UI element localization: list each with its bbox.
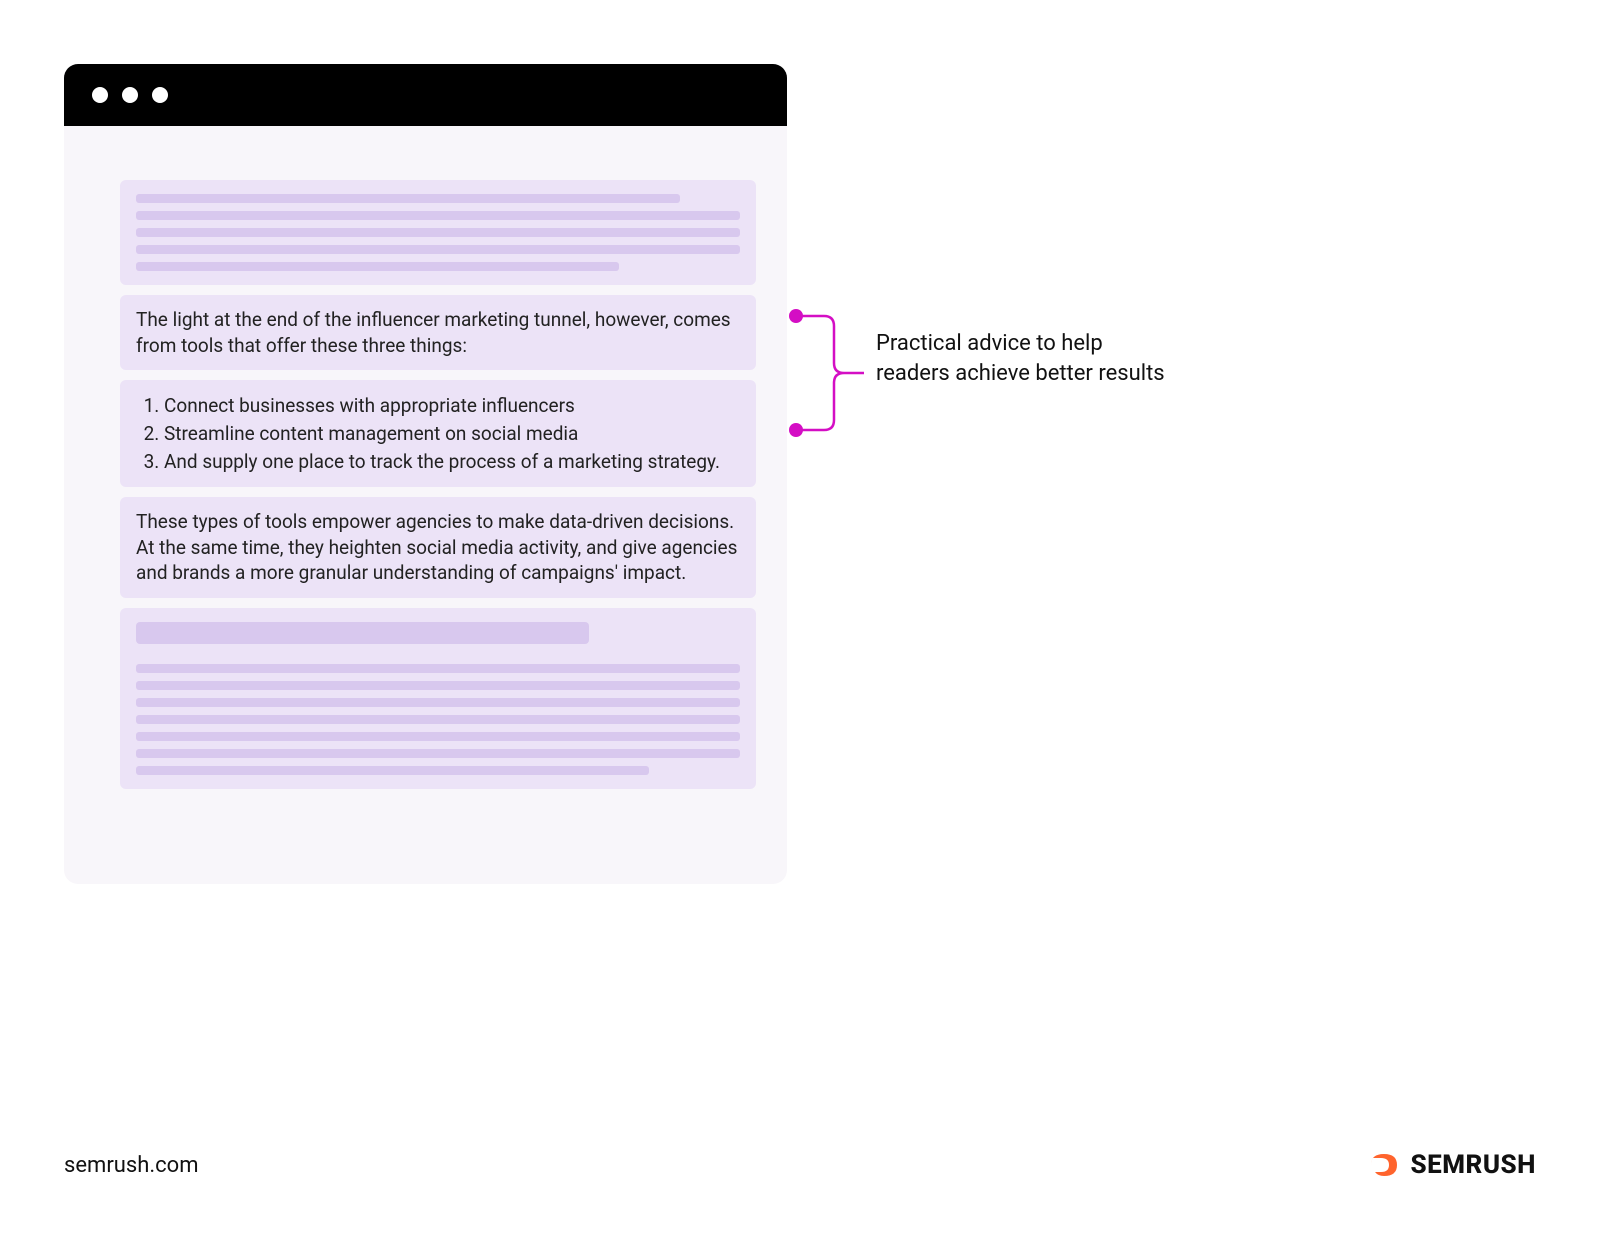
advice-list: Connect businesses with appropriate infl… — [136, 392, 740, 475]
skeleton-section — [120, 608, 756, 789]
footer: semrush.com SEMRUSH — [64, 1150, 1536, 1180]
callout-bracket-icon — [784, 308, 884, 438]
brand-name: SEMRUSH — [1411, 1150, 1536, 1180]
semrush-flame-icon — [1367, 1150, 1401, 1180]
window-control-dot — [92, 87, 108, 103]
closing-paragraph: These types of tools empower agencies to… — [120, 497, 756, 598]
browser-window: The light at the end of the influencer m… — [64, 64, 787, 884]
intro-text: The light at the end of the influencer m… — [136, 308, 731, 357]
window-control-dot — [122, 87, 138, 103]
intro-paragraph: The light at the end of the influencer m… — [120, 295, 756, 370]
annotation-text: Practical advice to help readers achieve… — [876, 331, 1165, 386]
list-item: Streamline content management on social … — [164, 420, 740, 448]
footer-url: semrush.com — [64, 1153, 199, 1178]
closing-text: These types of tools empower agencies to… — [136, 510, 737, 584]
skeleton-paragraph — [120, 180, 756, 285]
list-item: Connect businesses with appropriate infl… — [164, 392, 740, 420]
window-titlebar — [64, 64, 787, 126]
list-item: And supply one place to track the proces… — [164, 448, 740, 476]
article-content: The light at the end of the influencer m… — [120, 180, 756, 789]
window-control-dot — [152, 87, 168, 103]
brand-logo: SEMRUSH — [1367, 1150, 1536, 1180]
annotation-label: Practical advice to help readers achieve… — [876, 329, 1176, 388]
advice-list-block: Connect businesses with appropriate infl… — [120, 380, 756, 487]
